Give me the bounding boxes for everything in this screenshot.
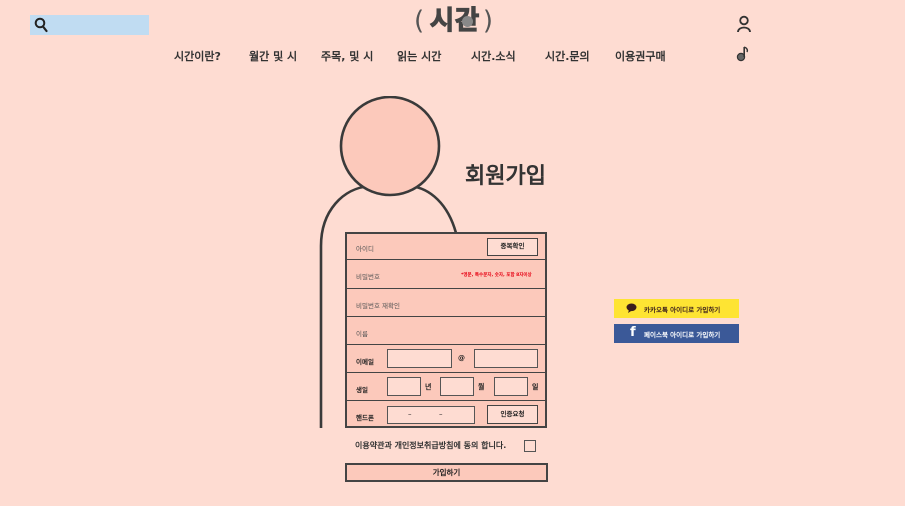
birth-row: 생일 년 월 일 (347, 373, 545, 401)
email-at-symbol: @ (458, 354, 465, 362)
birth-year-input[interactable] (387, 377, 421, 396)
email-row: 이메일 @ (347, 345, 545, 373)
phone-input[interactable]: – – (387, 406, 475, 424)
kakao-signup-label: 카카오톡 아이디로 가입하기 (644, 306, 721, 314)
nav-item-purchase[interactable]: 이용권구매 (615, 48, 666, 64)
search-icon[interactable] (34, 17, 48, 33)
phone-label: 핸드폰 (356, 414, 374, 422)
id-check-button[interactable]: 중복확인 (487, 238, 538, 256)
kakao-signup-button[interactable]: 카카오톡 아이디로 가입하기 (614, 299, 739, 318)
logo-dot (462, 16, 473, 27)
site-logo[interactable]: ( 시간 ) (410, 4, 500, 38)
birth-label: 생일 (356, 386, 368, 394)
music-note-icon[interactable] (736, 45, 752, 63)
nav-item-news[interactable]: 시간.소식 (471, 48, 516, 64)
id-label: 아이디 (356, 245, 374, 253)
nav-item-contact[interactable]: 시간.문의 (545, 48, 590, 64)
phone-dash-2: – (439, 410, 443, 418)
signup-form: 아이디 중복확인 비밀번호 *영문, 특수문자, 숫자, 포함 8자이상 비밀번… (345, 232, 547, 428)
password-label: 비밀번호 (356, 273, 380, 281)
password-confirm-label: 비밀번호 재확인 (356, 302, 400, 310)
terms-agreement-text: 이용약관과 개인정보취급방침에 동의 합니다. (355, 441, 507, 450)
password-confirm-row[interactable]: 비밀번호 재확인 (347, 289, 545, 317)
speech-bubble-icon (626, 303, 637, 313)
search-bar[interactable] (30, 15, 149, 35)
month-unit: 월 (478, 383, 485, 391)
logo-paren-right: ) (482, 6, 494, 36)
email-domain-input[interactable] (474, 349, 538, 368)
nav-item-reading[interactable]: 읽는 시간 (397, 48, 441, 64)
terms-agreement-checkbox[interactable] (524, 440, 536, 452)
nav-item-about[interactable]: 시간이란? (174, 48, 221, 64)
user-icon[interactable] (736, 15, 752, 33)
name-row[interactable]: 이름 (347, 317, 545, 345)
birth-month-input[interactable] (440, 377, 474, 396)
birth-day-input[interactable] (494, 377, 528, 396)
facebook-icon: f (630, 325, 636, 340)
day-unit: 일 (532, 383, 539, 391)
password-row[interactable]: 비밀번호 *영문, 특수문자, 숫자, 포함 8자이상 (347, 260, 545, 289)
name-label: 이름 (356, 330, 368, 338)
main-nav: 시간이란? 월간 및 시 주목, 및 시 읽는 시간 시간.소식 시간.문의 이… (160, 48, 680, 66)
phone-row: 핸드폰 – – 인증요청 (347, 401, 545, 428)
email-label: 이메일 (356, 358, 374, 366)
password-hint: *영문, 특수문자, 숫자, 포함 8자이상 (461, 273, 532, 278)
facebook-signup-button[interactable]: f 페이스북 아이디로 가입하기 (614, 324, 739, 343)
signup-submit-button[interactable]: 가입하기 (345, 463, 548, 482)
phone-dash-1: – (408, 410, 412, 418)
nav-item-featured[interactable]: 주목, 및 시 (321, 48, 373, 64)
logo-paren-left: ( (414, 6, 426, 36)
verify-request-button[interactable]: 인증요청 (487, 405, 538, 424)
id-row: 아이디 중복확인 (347, 234, 545, 260)
page-title: 회원가입 (465, 164, 546, 189)
year-unit: 년 (425, 383, 432, 391)
email-local-input[interactable] (387, 349, 452, 368)
nav-item-monthly[interactable]: 월간 및 시 (249, 48, 297, 64)
facebook-signup-label: 페이스북 아이디로 가입하기 (644, 331, 721, 339)
